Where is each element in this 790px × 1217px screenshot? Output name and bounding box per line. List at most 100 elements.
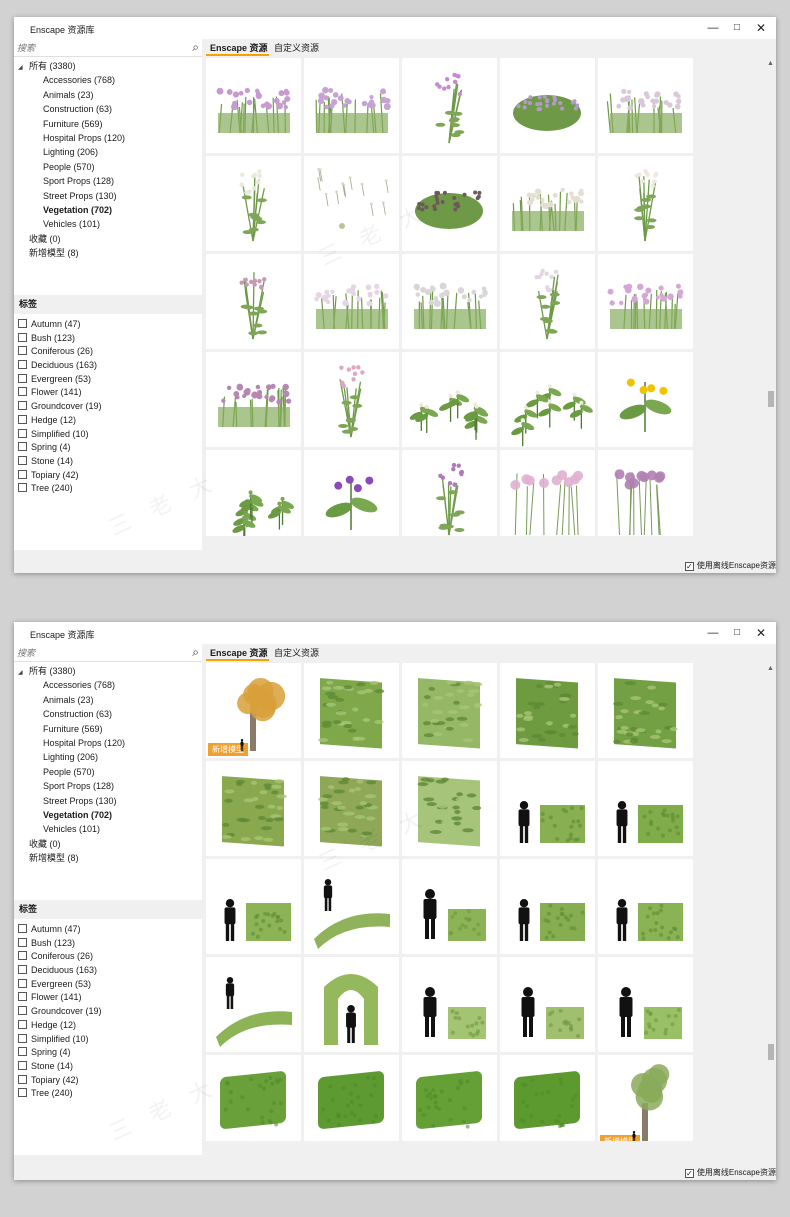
tag-checkbox[interactable]: [18, 332, 27, 342]
tag-item[interactable]: Bush (123): [14, 332, 202, 346]
category-item[interactable]: People (570): [14, 160, 202, 174]
tag-item[interactable]: Topiary (42): [14, 469, 202, 483]
asset-tile[interactable]: [402, 352, 497, 447]
tag-item[interactable]: Coniferous (26): [14, 950, 202, 964]
category-item[interactable]: Vegetation (702): [14, 203, 202, 217]
tab-custom-assets[interactable]: 自定义资源: [274, 647, 319, 661]
tab-enscape-assets[interactable]: Enscape 资源: [206, 647, 269, 661]
tab-custom-assets[interactable]: 自定义资源: [274, 42, 319, 56]
offline-assets-toggle[interactable]: ✓ 使用离线Enscape资源: [684, 1167, 776, 1178]
tree-top-item[interactable]: 新增模型 (8): [14, 851, 202, 865]
minimize-icon[interactable]: —: [704, 625, 722, 641]
asset-tile[interactable]: [598, 352, 693, 447]
scroll-thumb[interactable]: [768, 1044, 774, 1061]
offline-assets-toggle[interactable]: ✓ 使用离线Enscape资源: [684, 560, 776, 571]
tag-item[interactable]: Tree (240): [14, 1087, 202, 1101]
tag-item[interactable]: Coniferous (26): [14, 345, 202, 359]
tag-item[interactable]: Deciduous (163): [14, 964, 202, 978]
asset-tile[interactable]: [206, 352, 301, 447]
asset-tile[interactable]: [304, 450, 399, 536]
tag-item[interactable]: Hedge (12): [14, 1019, 202, 1033]
category-item[interactable]: Sport Props (128): [14, 174, 202, 188]
category-item[interactable]: Vehicles (101): [14, 822, 202, 836]
asset-tile[interactable]: [598, 859, 693, 954]
close-icon[interactable]: ✕: [752, 20, 770, 36]
category-item[interactable]: Construction (63): [14, 102, 202, 116]
tag-item[interactable]: Evergreen (53): [14, 978, 202, 992]
tag-checkbox[interactable]: [18, 951, 27, 961]
tag-checkbox[interactable]: [18, 360, 27, 370]
tag-item[interactable]: Topiary (42): [14, 1074, 202, 1088]
tag-item[interactable]: Simplified (10): [14, 428, 202, 442]
asset-tile[interactable]: [500, 156, 595, 251]
asset-tile[interactable]: [402, 156, 497, 251]
tag-checkbox[interactable]: [18, 373, 27, 383]
category-item[interactable]: Animals (23): [14, 693, 202, 707]
asset-tile[interactable]: [500, 450, 595, 536]
category-item[interactable]: Lighting (206): [14, 750, 202, 764]
tag-item[interactable]: Bush (123): [14, 937, 202, 951]
asset-tile[interactable]: [598, 957, 693, 1052]
asset-tile[interactable]: [500, 957, 595, 1052]
asset-tile[interactable]: [598, 663, 693, 758]
search-icon[interactable]: ⌕: [192, 41, 199, 53]
category-item[interactable]: Vegetation (702): [14, 808, 202, 822]
tag-checkbox[interactable]: [18, 455, 27, 465]
asset-tile[interactable]: [206, 156, 301, 251]
tag-checkbox[interactable]: [18, 1006, 27, 1016]
asset-tile[interactable]: [402, 58, 497, 153]
asset-tile[interactable]: [500, 58, 595, 153]
category-item[interactable]: Accessories (768): [14, 678, 202, 692]
asset-tile[interactable]: [402, 450, 497, 536]
tag-item[interactable]: Tree (240): [14, 482, 202, 496]
asset-tile[interactable]: [206, 1055, 301, 1141]
asset-tile[interactable]: [500, 352, 595, 447]
tag-item[interactable]: Stone (14): [14, 455, 202, 469]
scroll-up-icon[interactable]: ▲: [767, 665, 774, 672]
asset-tile[interactable]: [500, 859, 595, 954]
search-icon[interactable]: ⌕: [192, 646, 199, 658]
tag-item[interactable]: Flower (141): [14, 386, 202, 400]
category-item[interactable]: Construction (63): [14, 707, 202, 721]
tag-checkbox[interactable]: [18, 387, 27, 397]
asset-tile[interactable]: [304, 1055, 399, 1141]
tag-checkbox[interactable]: [18, 992, 27, 1002]
category-item[interactable]: Furniture (569): [14, 117, 202, 131]
tree-top-item[interactable]: 收藏 (0): [14, 232, 202, 246]
minimize-icon[interactable]: —: [704, 20, 722, 36]
tag-item[interactable]: Hedge (12): [14, 414, 202, 428]
tag-checkbox[interactable]: [18, 1019, 27, 1029]
tag-item[interactable]: Autumn (47): [14, 318, 202, 332]
scroll-up-icon[interactable]: ▲: [767, 60, 774, 67]
tag-item[interactable]: Groundcover (19): [14, 1005, 202, 1019]
asset-tile[interactable]: [304, 58, 399, 153]
category-item[interactable]: Lighting (206): [14, 145, 202, 159]
search-input[interactable]: [14, 644, 174, 662]
asset-tile[interactable]: [402, 859, 497, 954]
tag-checkbox[interactable]: [18, 1047, 27, 1057]
tag-item[interactable]: Groundcover (19): [14, 400, 202, 414]
asset-tile[interactable]: [206, 254, 301, 349]
tree-top-item[interactable]: 收藏 (0): [14, 837, 202, 851]
asset-tile[interactable]: [304, 859, 399, 954]
asset-tile[interactable]: [402, 254, 497, 349]
close-icon[interactable]: ✕: [752, 625, 770, 641]
tag-checkbox[interactable]: [18, 1074, 27, 1084]
tag-checkbox[interactable]: [18, 414, 27, 424]
tag-item[interactable]: Spring (4): [14, 441, 202, 455]
asset-tile[interactable]: [206, 58, 301, 153]
grid-scrollbar[interactable]: ▲: [766, 663, 776, 1164]
category-item[interactable]: Street Props (130): [14, 189, 202, 203]
asset-tile[interactable]: [500, 663, 595, 758]
asset-tile[interactable]: [402, 957, 497, 1052]
tag-checkbox[interactable]: [18, 483, 27, 493]
asset-tile[interactable]: [500, 1055, 595, 1141]
asset-tile[interactable]: [304, 254, 399, 349]
offline-checkbox[interactable]: ✓: [684, 562, 694, 571]
asset-tile[interactable]: [304, 352, 399, 447]
asset-tile[interactable]: [402, 761, 497, 856]
tag-checkbox[interactable]: [18, 401, 27, 411]
tag-checkbox[interactable]: [18, 1088, 27, 1098]
collapse-triangle-icon[interactable]: ◢: [18, 666, 29, 680]
offline-checkbox[interactable]: ✓: [684, 1169, 694, 1178]
